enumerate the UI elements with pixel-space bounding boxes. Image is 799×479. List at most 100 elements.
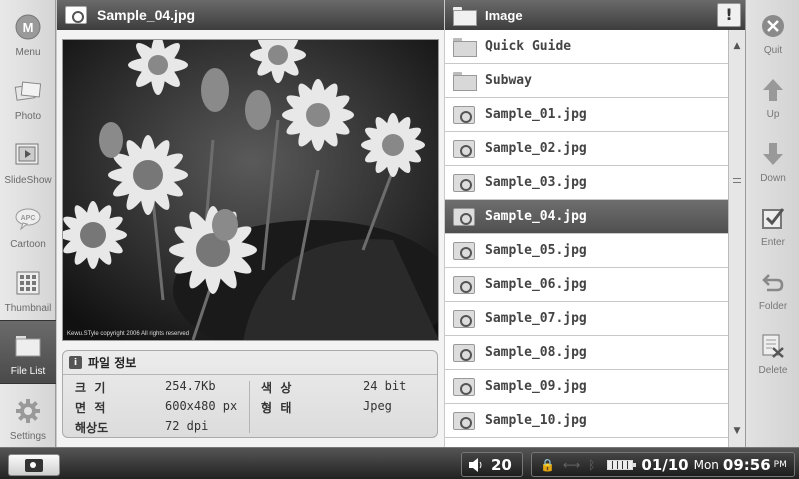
camera-button[interactable]: [8, 454, 60, 476]
scroll-thumb[interactable]: [733, 178, 741, 183]
folder-button[interactable]: Folder: [746, 256, 799, 320]
thumbnail-button[interactable]: Thumbnail: [0, 256, 56, 320]
list-item[interactable]: Sample_06.jpg: [445, 268, 728, 302]
slideshow-icon: [14, 141, 42, 169]
slideshow-button[interactable]: SlideShow: [0, 128, 56, 192]
file-info-title: 파일 정보: [88, 356, 137, 370]
list-item[interactable]: Subway: [445, 64, 728, 98]
folder-label: Folder: [758, 301, 788, 312]
viewer-title-bar: Sample_04.jpg: [57, 0, 444, 30]
up-button[interactable]: Up: [746, 64, 799, 128]
menu-button[interactable]: M Menu: [0, 0, 56, 64]
enter-button[interactable]: Enter: [746, 192, 799, 256]
list-item-name: Quick Guide: [485, 39, 572, 54]
dimensions-value: 600x480 px: [165, 399, 238, 413]
thumbnail-label: Thumbnail: [4, 303, 52, 314]
list-item-name: Sample_01.jpg: [485, 107, 587, 122]
photo-preview[interactable]: Kewu.STyle copyright 2006 All rights res…: [62, 39, 439, 341]
list-item[interactable]: Sample_07.jpg: [445, 302, 728, 336]
date-text: 01/10: [641, 455, 689, 474]
down-label: Down: [760, 173, 786, 184]
svg-text:APC: APC: [21, 215, 36, 222]
right-sidebar: Quit Up Down Enter Folder Delete: [745, 0, 799, 447]
dimensions-label: 면 적: [75, 401, 106, 415]
image-file-icon: [453, 377, 475, 396]
file-list-button[interactable]: File List: [0, 320, 56, 384]
ampm-text: PM: [773, 459, 787, 470]
cartoon-label: Cartoon: [10, 239, 46, 250]
list-item[interactable]: Sample_05.jpg: [445, 234, 728, 268]
image-file-icon: [453, 343, 475, 362]
resolution-label: 해상도: [75, 421, 109, 435]
settings-button[interactable]: Settings: [0, 384, 56, 448]
list-item[interactable]: Quick Guide: [445, 30, 728, 64]
speaker-icon: [469, 457, 482, 472]
svg-text:M: M: [23, 20, 34, 35]
photo-caption: Kewu.STyle copyright 2006 All rights res…: [67, 331, 190, 337]
quit-label: Quit: [763, 45, 783, 56]
color-value: 24 bit: [363, 379, 407, 393]
list-item-name: Subway: [485, 73, 532, 88]
list-item-name: Sample_08.jpg: [485, 345, 587, 360]
lock-icon: 🔒: [540, 457, 555, 472]
list-item-name: Sample_02.jpg: [485, 141, 587, 156]
scroll-down-arrow-icon[interactable]: ▼: [729, 423, 745, 439]
gear-icon: [14, 397, 42, 425]
list-item[interactable]: Sample_09.jpg: [445, 370, 728, 404]
folder-icon: [453, 6, 477, 26]
folder-icon: [453, 38, 477, 57]
scroll-up-arrow-icon[interactable]: ▲: [729, 38, 745, 54]
list-item-selected[interactable]: Sample_04.jpg: [445, 200, 728, 234]
m-circle-icon: M: [14, 13, 42, 41]
file-list-scrollbar[interactable]: ▲ ▼: [728, 30, 745, 447]
quit-button[interactable]: Quit: [746, 0, 799, 64]
image-file-icon: [453, 309, 475, 328]
image-file-icon: [453, 173, 475, 192]
checkbox-icon: [760, 205, 786, 231]
list-item[interactable]: Sample_03.jpg: [445, 166, 728, 200]
down-button[interactable]: Down: [746, 128, 799, 192]
list-item[interactable]: Sample_08.jpg: [445, 336, 728, 370]
list-item[interactable]: Sample_01.jpg: [445, 98, 728, 132]
image-file-icon: [453, 105, 475, 124]
info-icon: i: [69, 356, 82, 369]
usb-icon: ⟷: [562, 457, 581, 472]
delete-button[interactable]: Delete: [746, 320, 799, 384]
list-item-name: Sample_10.jpg: [485, 413, 587, 428]
bluetooth-icon: ᛒ: [588, 457, 596, 472]
volume-control[interactable]: 20: [461, 452, 523, 477]
day-text: Mon: [693, 457, 719, 472]
camera-icon: [25, 458, 43, 472]
list-item-name: Sample_07.jpg: [485, 311, 587, 326]
file-info-panel: i 파일 정보 크 기 254.7Kb 면 적 600x480 px 해상도 7…: [62, 350, 438, 438]
bottom-status-bar: 20 🔒 ⟷ ᛒ 01/10 Mon 09:56 PM: [0, 447, 799, 479]
image-file-icon: [453, 139, 475, 158]
resolution-value: 72 dpi: [165, 419, 209, 433]
size-label: 크 기: [75, 381, 106, 395]
file-list-label: File List: [10, 366, 46, 377]
arrow-up-icon: [760, 77, 786, 103]
photo-button[interactable]: Photo: [0, 64, 56, 128]
list-item-name: Sample_06.jpg: [485, 277, 587, 292]
close-icon: [760, 13, 786, 39]
settings-label: Settings: [9, 431, 47, 442]
cartoon-button[interactable]: APC Cartoon: [0, 192, 56, 256]
flower-photo: [63, 40, 438, 340]
list-item-name: Sample_04.jpg: [485, 209, 587, 224]
list-item[interactable]: Sample_02.jpg: [445, 132, 728, 166]
file-list: Quick Guide Subway Sample_01.jpg Sample_…: [445, 30, 728, 447]
folder-icon: [453, 72, 477, 91]
enter-label: Enter: [761, 237, 785, 248]
time-text: 09:56: [722, 455, 771, 474]
delete-label: Delete: [758, 365, 788, 376]
info-button[interactable]: !: [717, 3, 741, 27]
image-file-icon: [453, 411, 475, 430]
list-item[interactable]: Sample_10.jpg: [445, 404, 728, 438]
cartoon-bubble-icon: APC: [14, 205, 42, 233]
up-label: Up: [766, 109, 780, 120]
system-status: 🔒 ⟷ ᛒ 01/10 Mon 09:56 PM: [531, 452, 795, 477]
arrow-down-icon: [760, 141, 786, 167]
list-item-name: Sample_05.jpg: [485, 243, 587, 258]
battery-icon: [607, 459, 637, 470]
thumbnail-grid-icon: [14, 269, 42, 297]
